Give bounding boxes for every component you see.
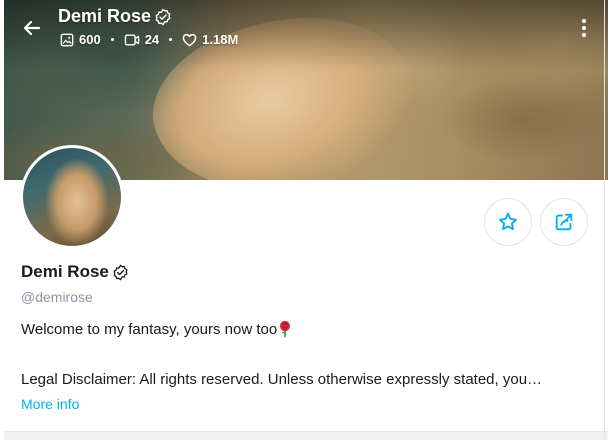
legal-disclaimer: Legal Disclaimer: All rights reserved. U… [21,371,543,388]
verified-badge-icon [155,8,171,25]
stat-photos: 600 [60,32,101,47]
favorite-button[interactable] [484,198,532,246]
image-icon [60,33,74,46]
stat-separator [110,38,114,41]
more-info-link[interactable]: More info [21,396,79,412]
likes-count: 1.18M [202,32,239,47]
bio-text: Welcome to my fantasy, yours now too [21,320,292,338]
more-options-button[interactable] [574,14,594,42]
cover-header-bar: Demi Rose 600 24 1.18M [4,0,608,60]
profile-page: Demi Rose 600 24 1.18M Demi Rose @demiro… [4,0,608,440]
page-border [604,0,605,439]
profile-name-text: Demi Rose [21,262,109,281]
rose-emoji [280,320,291,337]
more-vertical-icon [582,19,586,23]
stat-separator [169,38,173,41]
profile-handle: @demirose [21,289,93,305]
stat-likes: 1.18M [182,32,238,47]
profile-name: Demi Rose [21,262,129,282]
more-vertical-icon-dot [582,26,586,30]
verified-badge-icon [113,263,128,281]
header-profile-name: Demi Rose [58,6,172,27]
share-button[interactable] [540,198,588,246]
photos-count: 600 [79,32,101,47]
share-icon [555,213,573,231]
arrow-left-icon [23,20,41,36]
header-name-text: Demi Rose [58,6,152,26]
stat-videos: 24 [124,32,159,47]
bio-line-1: Welcome to my fantasy, yours now too [21,320,278,338]
video-icon [124,33,139,46]
avatar[interactable] [20,145,124,249]
more-vertical-icon-dot [582,33,586,37]
videos-count: 24 [144,32,160,47]
back-button[interactable] [18,14,46,42]
header-stats: 600 24 1.18M [60,32,238,47]
star-icon [499,212,517,230]
heart-icon [182,33,197,46]
